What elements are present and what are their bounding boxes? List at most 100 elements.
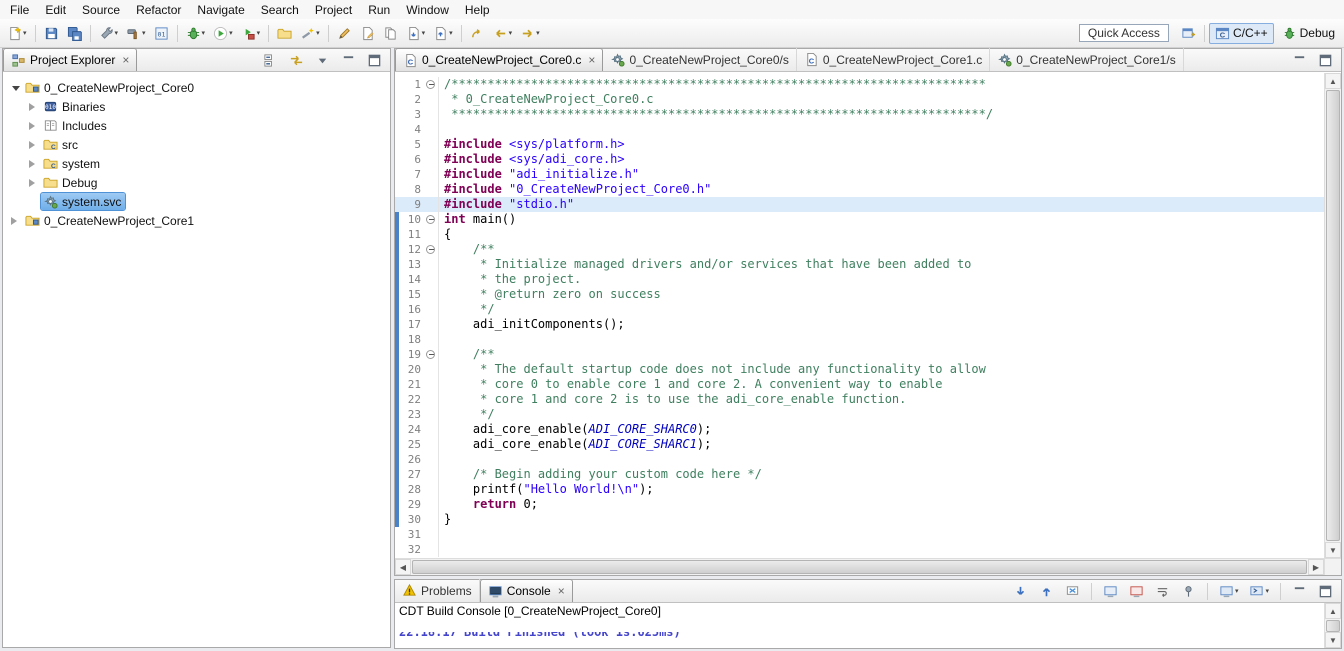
maximize-button[interactable]	[1315, 50, 1336, 71]
code-line-21[interactable]: 21 * core 0 to enable core 1 and core 2.…	[395, 377, 1324, 392]
code-line-32[interactable]: 32	[395, 542, 1324, 557]
dropdown-arrow-icon[interactable]: ▾	[509, 29, 513, 37]
forward-button[interactable]: ▾	[517, 23, 543, 44]
tree-item-binaries[interactable]: 010 Binaries	[3, 97, 390, 116]
editor-tab-0[interactable]: C 0_CreateNewProject_Core0.c ×	[395, 48, 604, 71]
menu-source[interactable]: Source	[74, 1, 128, 19]
pencil-button[interactable]	[334, 23, 355, 44]
code-line-22[interactable]: 22 * core 1 and core 2 is to use the adi…	[395, 392, 1324, 407]
code-line-5[interactable]: 5 #include <sys/platform.h>	[395, 137, 1324, 152]
word-wrap-button[interactable]	[1152, 581, 1173, 602]
dropdown-arrow-icon[interactable]: ▾	[1235, 587, 1239, 595]
perspective-cc[interactable]: C C/C++	[1208, 22, 1274, 44]
console-body[interactable]: CDT Build Console [0_CreateNewProject_Co…	[395, 603, 1341, 648]
code-line-23[interactable]: 23 */	[395, 407, 1324, 422]
scroll-up-button[interactable]	[1036, 581, 1057, 602]
code-line-17[interactable]: 17 adi_initComponents();	[395, 317, 1324, 332]
tree-item-src[interactable]: Csrc	[3, 135, 390, 154]
dropdown-arrow-icon[interactable]: ▾	[23, 29, 27, 37]
run-button[interactable]: ▾	[210, 23, 236, 44]
quick-access-box[interactable]: Quick Access	[1078, 24, 1169, 42]
code-line-25[interactable]: 25 adi_core_enable(ADI_CORE_SHARC1);	[395, 437, 1324, 452]
menu-edit[interactable]: Edit	[37, 1, 74, 19]
menu-search[interactable]: Search	[253, 1, 307, 19]
code-line-10[interactable]: 10 int main()	[395, 212, 1324, 227]
dropdown-arrow-icon[interactable]: ▾	[536, 29, 540, 37]
menu-navigate[interactable]: Navigate	[189, 1, 252, 19]
menu-window[interactable]: Window	[398, 1, 457, 19]
wand-button[interactable]: ▾	[297, 23, 323, 44]
menu-project[interactable]: Project	[307, 1, 360, 19]
menu-run[interactable]: Run	[360, 1, 398, 19]
page-edit-button[interactable]	[357, 23, 378, 44]
dropdown-arrow-icon[interactable]: ▾	[257, 29, 261, 37]
code-line-19[interactable]: 19 /**	[395, 347, 1324, 362]
code-line-2[interactable]: 2 * 0_CreateNewProject_Core0.c	[395, 92, 1324, 107]
code-line-14[interactable]: 14 * the project.	[395, 272, 1324, 287]
perspective-debug[interactable]: Debug	[1276, 23, 1341, 44]
code-line-7[interactable]: 7 #include "adi_initialize.h"	[395, 167, 1324, 182]
code-line-12[interactable]: 12 /**	[395, 242, 1324, 257]
scroll-up-arrow-icon[interactable]: ▲	[1325, 73, 1341, 89]
scroll-down-arrow-icon[interactable]: ▼	[1325, 542, 1341, 558]
code-line-6[interactable]: 6 #include <sys/adi_core.h>	[395, 152, 1324, 167]
save-all-button[interactable]	[64, 23, 85, 44]
close-tab-icon[interactable]: ×	[558, 585, 565, 597]
build-variant-button[interactable]: ▾	[96, 23, 122, 44]
new-wizard-button[interactable]: ▾	[4, 23, 30, 44]
expand-arrow-icon[interactable]	[27, 141, 41, 149]
scrollbar-thumb[interactable]	[1326, 620, 1340, 632]
scroll-down-button[interactable]	[1010, 581, 1031, 602]
dropdown-arrow-icon[interactable]: ▾	[449, 29, 453, 37]
annotation-prev-button[interactable]: ▾	[430, 23, 456, 44]
open-folder-button[interactable]	[274, 23, 295, 44]
dropdown-arrow-icon[interactable]: ▾	[316, 29, 320, 37]
tree-item-debug[interactable]: Debug	[3, 173, 390, 192]
close-tab-icon[interactable]: ×	[588, 54, 595, 66]
minimize-button[interactable]	[338, 50, 359, 71]
tree-item-system-svc[interactable]: system.svc	[3, 192, 390, 211]
menu-file[interactable]: File	[2, 1, 37, 19]
fold-collapse-icon[interactable]	[426, 349, 435, 359]
code-line-30[interactable]: 30}	[395, 512, 1324, 527]
code-editor[interactable]: 1/**************************************…	[395, 73, 1341, 558]
open-console-button[interactable]: ▾	[1246, 581, 1272, 602]
dropdown-arrow-icon[interactable]: ▾	[1265, 587, 1269, 595]
console-view-tab-problems[interactable]: Problems	[395, 579, 480, 602]
code-line-31[interactable]: 31	[395, 527, 1324, 542]
close-view-icon[interactable]: ×	[122, 54, 129, 66]
view-menu-button[interactable]	[312, 50, 333, 71]
last-edit-button[interactable]	[467, 23, 488, 44]
code-line-16[interactable]: 16 */	[395, 302, 1324, 317]
fold-collapse-icon[interactable]	[426, 79, 435, 89]
pages-button[interactable]	[380, 23, 401, 44]
clear-console-button[interactable]	[1062, 581, 1083, 602]
code-line-29[interactable]: 29 return 0;	[395, 497, 1324, 512]
dropdown-arrow-icon[interactable]: ▾	[422, 29, 426, 37]
editor-vertical-scrollbar[interactable]: ▲ ▼	[1324, 73, 1341, 558]
save-button[interactable]	[41, 23, 62, 44]
code-line-24[interactable]: 24 adi_core_enable(ADI_CORE_SHARC0);	[395, 422, 1324, 437]
code-line-15[interactable]: 15 * @return zero on success	[395, 287, 1324, 302]
dropdown-arrow-icon[interactable]: ▾	[142, 29, 146, 37]
scroll-down-arrow-icon[interactable]: ▼	[1325, 632, 1341, 648]
monitor-err-button[interactable]	[1126, 581, 1147, 602]
editor-tab-1[interactable]: 0_CreateNewProject_Core0/s	[603, 48, 797, 71]
fold-collapse-icon[interactable]	[426, 244, 435, 254]
editor-horizontal-scrollbar[interactable]: ◀ ▶	[395, 558, 1324, 575]
console-view-tab-console[interactable]: Console ×	[479, 579, 573, 602]
collapse-all-button[interactable]	[260, 50, 281, 71]
maximize-button[interactable]	[1315, 581, 1336, 602]
build-button[interactable]: ▾	[123, 23, 149, 44]
code-line-27[interactable]: 27 /* Begin adding your custom code here…	[395, 467, 1324, 482]
editor-tab-2[interactable]: C 0_CreateNewProject_Core1.c	[797, 48, 991, 71]
tree-item-includes[interactable]: Includes	[3, 116, 390, 135]
code-line-8[interactable]: 8 #include "0_CreateNewProject_Core0.h"	[395, 182, 1324, 197]
tree-item-0-createnewproject-core0[interactable]: 0_CreateNewProject_Core0	[3, 78, 390, 97]
maximize-button[interactable]	[364, 50, 385, 71]
expand-arrow-icon[interactable]	[27, 160, 41, 168]
external-tools-button[interactable]: ▾	[238, 23, 264, 44]
code-line-3[interactable]: 3 **************************************…	[395, 107, 1324, 122]
console-vertical-scrollbar[interactable]: ▲ ▼	[1324, 603, 1341, 648]
link-editor-button[interactable]	[286, 50, 307, 71]
